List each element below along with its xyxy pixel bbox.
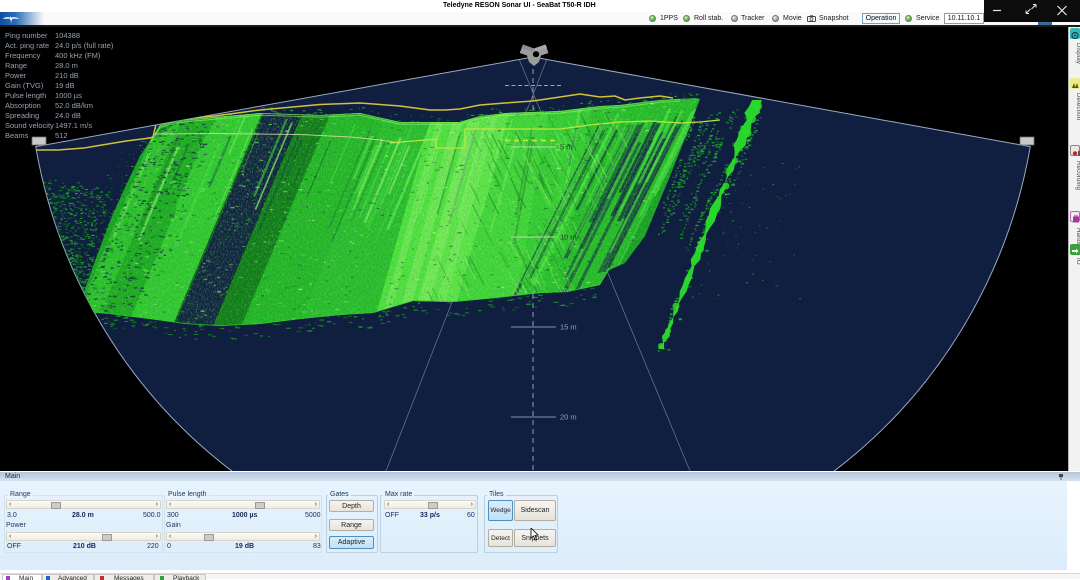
svg-text:19 dB: 19 dB [55, 81, 75, 90]
svg-text:Ping number: Ping number [5, 31, 48, 40]
svg-text:400 kHz (FM): 400 kHz (FM) [55, 51, 101, 60]
svg-text:24.0 dB: 24.0 dB [55, 111, 81, 120]
svg-text:10 m: 10 m [560, 233, 577, 242]
svg-text:Spreading: Spreading [5, 111, 39, 120]
svg-text:5 m: 5 m [560, 143, 573, 152]
svg-text:210 dB: 210 dB [55, 71, 79, 80]
svg-text:Power: Power [5, 71, 27, 80]
svg-text:Pulse length: Pulse length [5, 91, 46, 100]
svg-text:24.0 p/s (full rate): 24.0 p/s (full rate) [55, 41, 114, 50]
svg-text:Range: Range [5, 61, 27, 70]
svg-text:Frequency: Frequency [5, 51, 41, 60]
svg-text:1000 µs: 1000 µs [55, 91, 82, 100]
svg-text:Act. ping rate: Act. ping rate [5, 41, 49, 50]
svg-text:Beams: Beams [5, 131, 29, 140]
svg-text:15 m: 15 m [560, 323, 577, 332]
svg-text:28.0 m: 28.0 m [55, 61, 78, 70]
svg-text:1497.1 m/s: 1497.1 m/s [55, 121, 92, 130]
svg-text:104388: 104388 [55, 31, 80, 40]
svg-text:Sound velocity: Sound velocity [5, 121, 54, 130]
svg-text:20 m: 20 m [560, 413, 577, 422]
svg-text:Absorption: Absorption [5, 101, 41, 110]
svg-text:512: 512 [55, 131, 68, 140]
svg-text:52.0 dB/km: 52.0 dB/km [55, 101, 93, 110]
svg-text:Gain (TVG): Gain (TVG) [5, 81, 44, 90]
